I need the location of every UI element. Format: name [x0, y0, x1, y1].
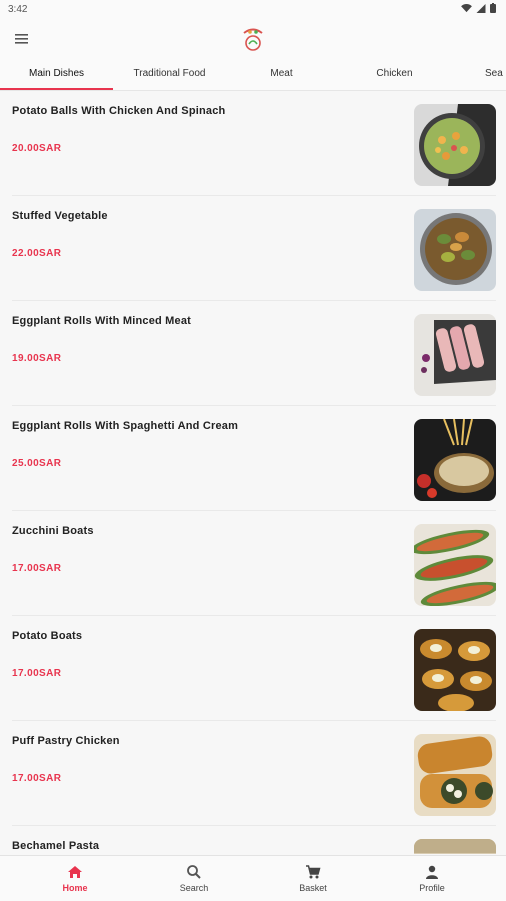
list-item[interactable]: Potato Balls With Chicken And Spinach 20… [12, 91, 496, 196]
signal-icon [476, 3, 486, 13]
dish-image [414, 209, 496, 291]
dish-image [414, 524, 496, 606]
tab-traditional-food[interactable]: Traditional Food [113, 60, 226, 90]
item-name: Stuffed Vegetable [12, 210, 108, 222]
item-price: 17.00SAR [12, 773, 62, 784]
nav-profile[interactable]: Profile [369, 856, 495, 901]
dish-image [414, 734, 496, 816]
wifi-icon [461, 3, 472, 12]
list-item[interactable]: Zucchini Boats 17.00SAR [12, 511, 496, 616]
status-bar: 3:42 [0, 0, 506, 18]
nav-home[interactable]: Home [12, 856, 138, 901]
home-icon [68, 866, 82, 878]
item-name: Potato Boats [12, 630, 83, 642]
nav-home-label: Home [62, 883, 88, 893]
nav-search-label: Search [179, 883, 209, 893]
item-name: Potato Balls With Chicken And Spinach [12, 105, 226, 117]
nav-basket-label: Basket [299, 883, 327, 893]
item-name: Puff Pastry Chicken [12, 735, 120, 747]
item-name: Eggplant Rolls With Minced Meat [12, 315, 192, 327]
item-price: 17.00SAR [12, 668, 62, 679]
item-name: Bechamel Pasta [12, 840, 100, 852]
item-price: 25.00SAR [12, 458, 62, 469]
item-price: 20.00SAR [12, 143, 62, 154]
search-icon [187, 865, 201, 879]
list-item[interactable]: Eggplant Rolls With Minced Meat 19.00SAR [12, 301, 496, 406]
dish-image [414, 104, 496, 186]
cart-icon [306, 865, 321, 879]
tab-chicken[interactable]: Chicken [338, 60, 451, 90]
item-price: 17.00SAR [12, 563, 62, 574]
list-item[interactable]: Eggplant Rolls With Spaghetti And Cream … [12, 406, 496, 511]
nav-basket[interactable]: Basket [250, 856, 376, 901]
dish-list: Potato Balls With Chicken And Spinach 20… [0, 91, 506, 854]
item-price: 19.00SAR [12, 353, 62, 364]
status-time: 3:42 [8, 4, 28, 15]
bottom-navigation: Home Search Basket Profile [0, 855, 506, 901]
item-name: Zucchini Boats [12, 525, 94, 537]
tab-meat[interactable]: Meat [225, 60, 338, 90]
category-tabs: Main Dishes Traditional Food Meat Chicke… [0, 60, 506, 91]
nav-profile-label: Profile [419, 883, 445, 893]
status-icons [461, 3, 496, 13]
menu-icon[interactable] [14, 30, 32, 48]
dish-image [414, 314, 496, 396]
app-logo [243, 28, 263, 51]
list-item[interactable]: Potato Boats 17.00SAR [12, 616, 496, 721]
item-price: 22.00SAR [12, 248, 62, 259]
profile-icon [426, 865, 438, 879]
item-name: Eggplant Rolls With Spaghetti And Cream [12, 420, 239, 432]
dish-image [414, 839, 496, 854]
tab-sea-food[interactable]: Sea F [451, 60, 506, 90]
list-item[interactable]: Bechamel Pasta [12, 826, 496, 854]
list-item[interactable]: Puff Pastry Chicken 17.00SAR [12, 721, 496, 826]
battery-icon [490, 3, 496, 13]
dish-image [414, 419, 496, 501]
dish-image [414, 629, 496, 711]
tab-main-dishes[interactable]: Main Dishes [0, 60, 113, 90]
nav-search[interactable]: Search [131, 856, 257, 901]
list-item[interactable]: Stuffed Vegetable 22.00SAR [12, 196, 496, 301]
app-bar [0, 18, 506, 60]
